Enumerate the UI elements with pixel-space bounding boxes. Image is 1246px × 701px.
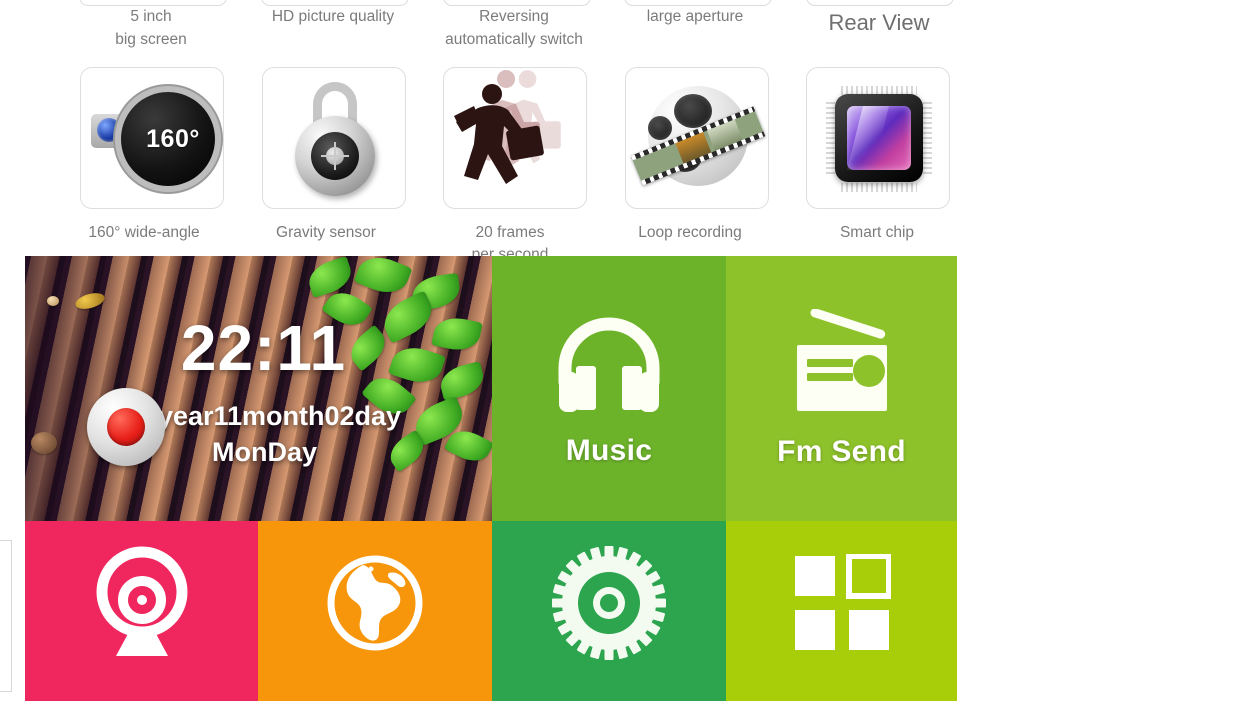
feature-label-smart-chip: Smart chip [839, 224, 915, 241]
tile-fm-send[interactable]: Fm Send [726, 256, 957, 521]
leaf-shape [304, 256, 356, 299]
record-button[interactable] [87, 388, 165, 466]
feature-icon-box-smart-chip [806, 67, 950, 209]
globe-icon [327, 555, 423, 651]
chip-die-shape [847, 106, 911, 170]
photo-leaf-cluster [262, 256, 492, 521]
feature-icon-box-frames [443, 67, 587, 209]
padlock-cross-v [334, 142, 336, 170]
headphones-icon [558, 317, 660, 412]
chip-pins-bottom [841, 183, 917, 192]
chip-pins-left [826, 102, 835, 176]
lens-angle-label: 160° [146, 124, 200, 153]
feature-label-loop-recording: Loop recording [638, 224, 742, 241]
tile-gps-navigation[interactable] [258, 521, 492, 701]
app-grid-icon [794, 554, 891, 650]
reel-hole [648, 116, 672, 140]
tile-row-top: 22:11 15year11month02day MonDay Music Fm… [25, 256, 957, 521]
padlock-icon [263, 68, 405, 208]
feature-label-gravity-sensor: Gravity sensor [276, 224, 376, 241]
tile-row-bottom [25, 521, 957, 701]
feature-caption-large-aperture: large aperture [602, 0, 788, 28]
feature-label-wide-angle: 160° wide-angle [88, 224, 200, 241]
record-dot-icon [107, 408, 145, 446]
caption-text: 5 inch big screen [115, 8, 187, 48]
chip-icon [807, 68, 949, 208]
tile-clock-dashcam[interactable]: 22:11 15year11month02day MonDay [25, 256, 492, 521]
tile-camera[interactable] [25, 521, 258, 701]
radio-icon [796, 308, 887, 411]
car-dvr-launcher-screen: 22:11 15year11month02day MonDay Music Fm… [25, 256, 957, 701]
reel-hole [674, 94, 712, 128]
feature-icon-box-loop-recording [625, 67, 769, 209]
film-frame [706, 119, 743, 151]
page-edge-outline [0, 540, 12, 692]
wide-angle-lens-icon: 160° [81, 68, 223, 208]
leaf-shape [353, 256, 413, 301]
feature-caption-hd-picture: HD picture quality [240, 0, 426, 28]
product-feature-section: 5 inch big screen HD picture quality Rev… [0, 0, 1246, 263]
caption-text: Reversing automatically switch [445, 8, 583, 48]
running-man-svg [454, 70, 561, 184]
tile-label-music: Music [565, 433, 653, 467]
caption-text: HD picture quality [271, 8, 395, 25]
tile-music[interactable]: Music [492, 256, 726, 521]
film-frame [675, 132, 712, 164]
feature-caption-reversing: Reversing automatically switch [421, 0, 607, 51]
webcam-icon [96, 546, 187, 656]
feature-caption-5-inch: 5 inch big screen [58, 0, 244, 51]
gear-icon [552, 546, 666, 660]
film-reel-icon [626, 68, 768, 208]
running-man-icon [444, 68, 586, 208]
tile-app-grid[interactable] [726, 521, 957, 701]
feature-icon-box-wide-angle: 160° [80, 67, 224, 209]
caption-text: Rear View [828, 10, 930, 35]
caption-text: large aperture [646, 8, 744, 25]
feature-caption-rear-view: Rear View [786, 0, 972, 38]
feature-icon-box-gravity-sensor [262, 67, 406, 209]
tile-label-fm-send: Fm Send [777, 434, 906, 468]
photo-speck [47, 296, 59, 306]
clock-time: 22:11 [180, 312, 347, 384]
tile-settings[interactable] [492, 521, 726, 701]
chip-pins-right [923, 102, 932, 176]
